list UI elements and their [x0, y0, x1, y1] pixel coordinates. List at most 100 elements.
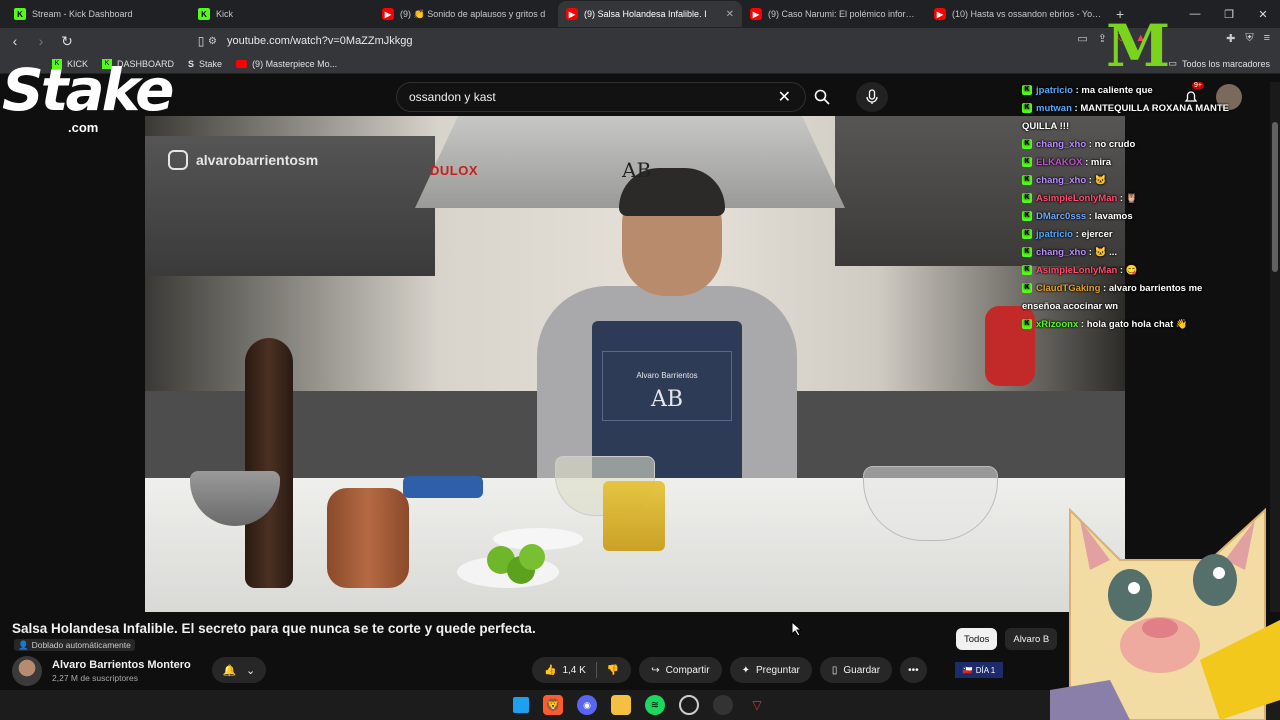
- subscribed-bell-button[interactable]: 🔔 ⌄: [212, 657, 266, 683]
- chat-separator: :: [1117, 265, 1126, 276]
- extensions-icon[interactable]: ✚: [1226, 32, 1235, 45]
- windows-start-icon[interactable]: [513, 697, 529, 713]
- chat-message: Kchang_xho : 🐱 ...: [1022, 244, 1232, 262]
- stake-wordmark: Stake: [2, 56, 174, 124]
- close-window-icon[interactable]: ✕: [1246, 0, 1280, 28]
- channel-name[interactable]: Alvaro Barrientos Montero: [52, 659, 191, 671]
- ask-button[interactable]: ✦ Preguntar: [729, 657, 812, 683]
- chat-text: no crudo: [1094, 139, 1136, 150]
- video-player[interactable]: Alvaro Barrientos AB: [145, 116, 1125, 612]
- divider: [595, 662, 597, 678]
- more-actions-button[interactable]: •••: [900, 657, 927, 683]
- kick-icon: K: [198, 8, 210, 20]
- lime: [519, 544, 545, 570]
- menu-icon[interactable]: ≡: [1264, 32, 1270, 45]
- subscriber-count: 2,27 M de suscriptores: [52, 673, 138, 683]
- back-icon[interactable]: ‹: [4, 30, 26, 52]
- bell-icon: 🔔: [222, 664, 237, 677]
- measuring-cup: [603, 481, 665, 551]
- instagram-handle: alvarobarrientosm: [196, 152, 319, 168]
- dubbed-badge: 👤 Doblado automáticamente: [14, 639, 135, 651]
- site-info-icon[interactable]: ⚙: [208, 36, 217, 47]
- file-explorer-icon[interactable]: [611, 695, 631, 715]
- chat-username[interactable]: AsimpleLonlyMan: [1036, 265, 1117, 276]
- bookmark-stake[interactable]: S Stake: [188, 59, 222, 69]
- tab-title: Kick: [216, 9, 234, 19]
- sparkle-icon: ✦: [741, 664, 750, 676]
- chat-username[interactable]: AsimpleLonlyMan: [1036, 193, 1117, 204]
- chat-message: K AsimpleLonlyMan : 🦉: [1022, 190, 1232, 208]
- url-text: youtube.com/watch?v=0MaZZmJkkgg: [226, 35, 413, 47]
- chat-username[interactable]: chang_xho: [1036, 247, 1086, 258]
- save-button[interactable]: ▯ Guardar: [819, 657, 893, 683]
- chat-username[interactable]: chang_xho: [1036, 175, 1086, 186]
- channel-avatar[interactable]: [12, 656, 42, 686]
- address-bar: ‹ › ↻ ▯ ⚙ youtube.com/watch?v=0MaZZmJkkg…: [0, 28, 1280, 54]
- url-field[interactable]: ⚙ youtube.com/watch?v=0MaZZmJkkgg: [208, 30, 1008, 52]
- chat-separator: :: [1100, 283, 1109, 294]
- chat-username[interactable]: mutwan: [1036, 103, 1072, 114]
- bookmark-masterpiece[interactable]: (9) Masterpiece Mo...: [236, 59, 337, 69]
- all-bookmarks-label: Todos los marcadores: [1181, 58, 1270, 69]
- mic-icon: [866, 89, 878, 104]
- minimize-icon[interactable]: —: [1178, 0, 1212, 28]
- chat-username[interactable]: DMarc0sss: [1036, 211, 1086, 222]
- bookmark-icon: ▯: [831, 664, 838, 676]
- voice-search-button[interactable]: [856, 82, 888, 112]
- chile-flag-icon: 🇨🇱: [962, 665, 973, 675]
- chat-username[interactable]: jpatricio: [1036, 229, 1073, 240]
- close-tab-icon[interactable]: ✕: [726, 9, 734, 20]
- cat-avatar-overlay: [1050, 507, 1280, 720]
- chat-message: K AsimpleLonlyMan : 😋: [1022, 262, 1232, 280]
- kick-badge-icon: K: [1022, 103, 1032, 114]
- browser-tab[interactable]: K Kick: [190, 1, 374, 27]
- browser-tab[interactable]: K Stream - Kick Dashboard: [6, 1, 190, 27]
- reload-icon[interactable]: ↻: [56, 30, 78, 52]
- chip-all[interactable]: Todos: [956, 628, 998, 650]
- brave-browser-icon[interactable]: 🦁: [543, 695, 563, 715]
- cast-icon[interactable]: ▭: [1077, 32, 1087, 45]
- chat-message: Kchang_xho : no crudo: [1022, 136, 1232, 154]
- share-button[interactable]: ↪ Compartir: [639, 657, 722, 683]
- chat-username[interactable]: jpatricio: [1036, 85, 1073, 96]
- chevron-down-icon: ⌄: [246, 664, 256, 677]
- forward-icon[interactable]: ›: [30, 30, 52, 52]
- mouse-cursor-icon: [791, 621, 803, 637]
- apex-legends-icon[interactable]: ▽: [747, 695, 767, 715]
- browser-tab[interactable]: ▶ (9) Caso Narumi: El polémico informe: [742, 1, 926, 27]
- kick-badge-icon: K: [1022, 319, 1032, 330]
- stake-com: .com: [68, 120, 99, 135]
- vpn-icon[interactable]: ⛨: [1245, 32, 1253, 45]
- chat-text: ma caliente que: [1081, 85, 1153, 96]
- dubbed-label: Doblado automáticamente: [31, 640, 131, 650]
- discord-icon[interactable]: ◉: [577, 695, 597, 715]
- search-button[interactable]: [806, 82, 838, 112]
- all-bookmarks[interactable]: ▭ Todos los marcadores: [1168, 58, 1270, 69]
- browser-tab[interactable]: ▶ (10) Hasta vs ossandon ebrios - YouT: [926, 1, 1110, 27]
- kick-badge-icon: K: [1022, 265, 1032, 276]
- chat-username[interactable]: ELKAKOX: [1036, 157, 1082, 168]
- save-label: Guardar: [843, 664, 881, 676]
- browser-tab-active[interactable]: ▶ (9) Salsa Holandesa Infalible. I ✕: [558, 1, 742, 27]
- maximize-icon[interactable]: ❐: [1212, 0, 1246, 28]
- dislike-button[interactable]: 👎: [607, 665, 619, 676]
- spotify-icon[interactable]: ≋: [645, 695, 665, 715]
- instagram-icon: [168, 150, 188, 170]
- youtube-icon: ▶: [566, 8, 578, 20]
- obs-icon[interactable]: [679, 695, 699, 715]
- search-input[interactable]: ossandon y kast ✕: [396, 82, 806, 112]
- app-icon[interactable]: [713, 695, 733, 715]
- chat-separator: :: [1117, 193, 1126, 204]
- scrollbar-thumb[interactable]: [1272, 122, 1278, 272]
- like-button[interactable]: 👍 1,4 K: [544, 665, 586, 676]
- thumbs-down-icon: 👎: [606, 664, 620, 676]
- clear-search-icon[interactable]: ✕: [778, 87, 791, 107]
- chat-username[interactable]: ClaudTGaking: [1036, 283, 1100, 294]
- chat-separator: :: [1086, 211, 1095, 222]
- browser-tab[interactable]: ▶ (9) 👏 Sonido de aplausos y gritos d: [374, 1, 558, 27]
- kick-badge-icon: K: [1022, 283, 1032, 294]
- chat-username[interactable]: chang_xho: [1036, 139, 1086, 150]
- chat-username[interactable]: xRizoonx: [1036, 319, 1078, 330]
- chat-separator: :: [1086, 175, 1095, 186]
- chat-text: ejercer: [1081, 229, 1113, 240]
